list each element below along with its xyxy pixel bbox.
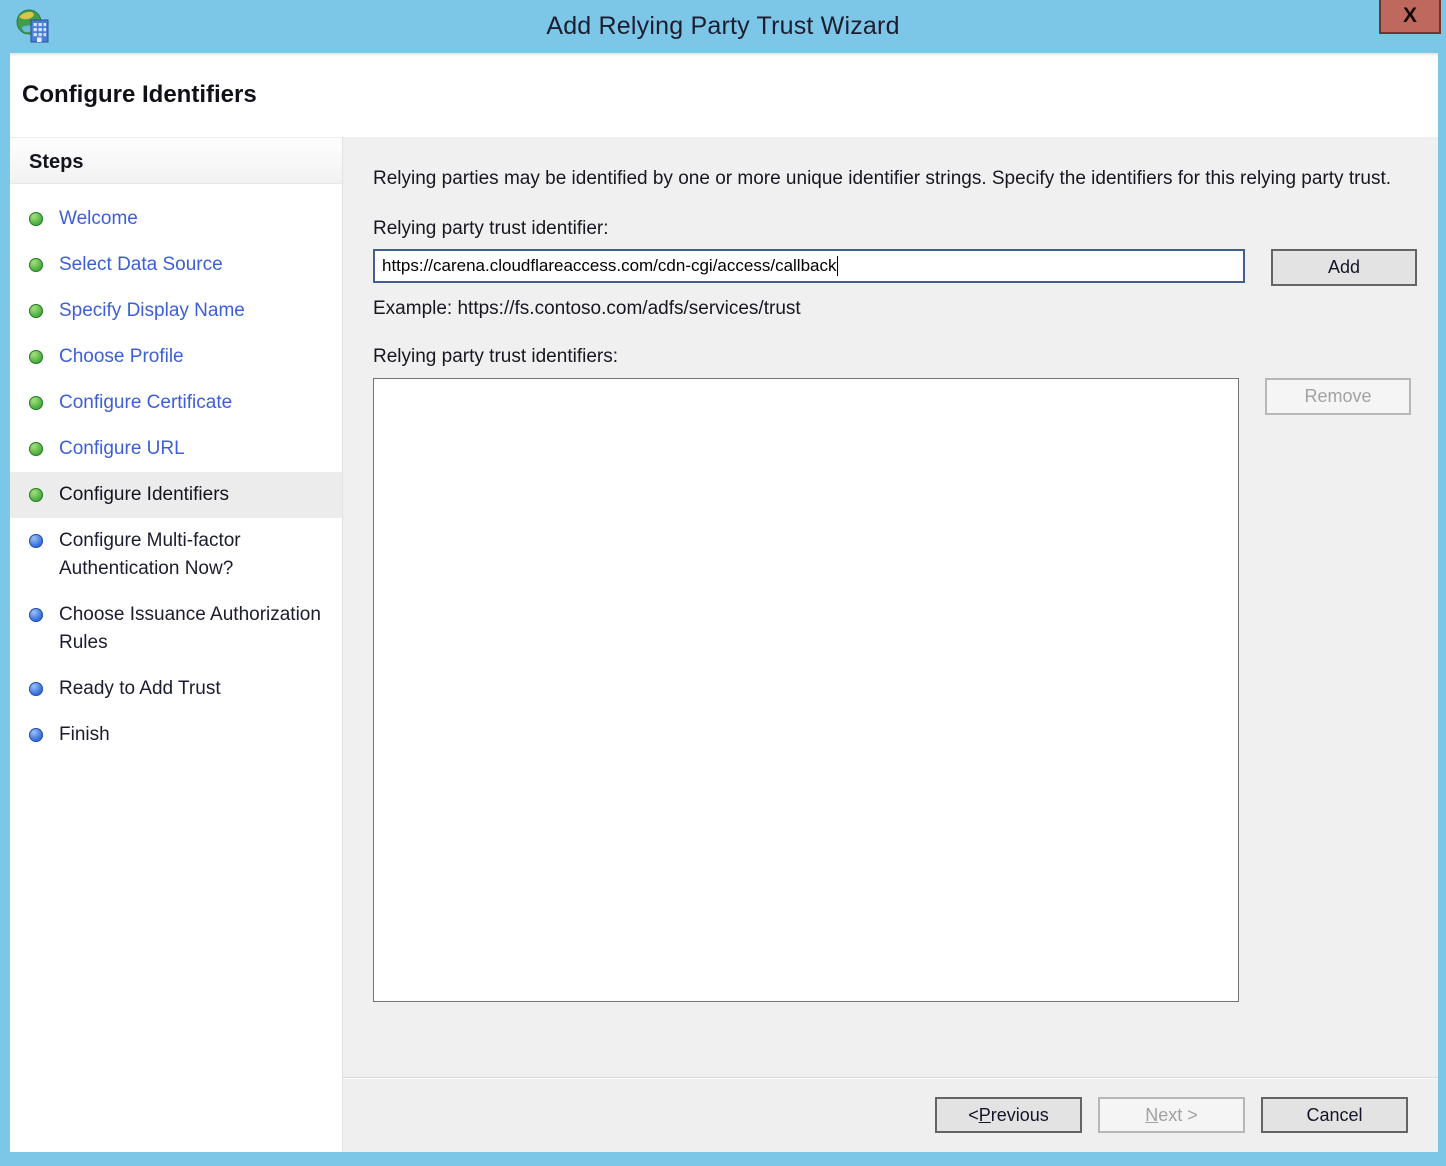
step-pending-icon xyxy=(29,608,43,622)
step-welcome[interactable]: Welcome xyxy=(10,196,342,242)
step-complete-icon xyxy=(29,258,43,272)
step-specify-display-name[interactable]: Specify Display Name xyxy=(10,288,342,334)
step-choose-profile[interactable]: Choose Profile xyxy=(10,334,342,380)
close-icon: X xyxy=(1403,4,1417,28)
step-select-data-source[interactable]: Select Data Source xyxy=(10,242,342,288)
steps-heading: Steps xyxy=(10,138,342,184)
next-button[interactable]: Next > xyxy=(1098,1097,1245,1133)
step-content-pane: Relying parties may be identified by one… xyxy=(342,137,1438,1152)
wizard-dialog: Configure Identifiers Steps Welcome Sele… xyxy=(10,53,1438,1152)
step-configure-url[interactable]: Configure URL xyxy=(10,426,342,472)
steps-list: Welcome Select Data Source Specify Displ… xyxy=(10,184,342,758)
close-button[interactable]: X xyxy=(1379,0,1441,34)
identifier-input-value: https://carena.cloudflareaccess.com/cdn-… xyxy=(382,256,836,276)
step-complete-icon xyxy=(29,488,43,502)
page-title: Configure Identifiers xyxy=(10,81,257,109)
add-button[interactable]: Add xyxy=(1271,249,1417,286)
step-finish[interactable]: Finish xyxy=(10,712,342,758)
step-pending-icon xyxy=(29,728,43,742)
step-pending-icon xyxy=(29,534,43,548)
step-configure-certificate[interactable]: Configure Certificate xyxy=(10,380,342,426)
identifier-input-label: Relying party trust identifier: xyxy=(373,218,1438,240)
step-complete-icon xyxy=(29,304,43,318)
title-bar[interactable]: Add Relying Party Trust Wizard X xyxy=(0,0,1446,53)
identifiers-listbox[interactable] xyxy=(373,378,1239,1002)
steps-sidebar: Steps Welcome Select Data Source Specify… xyxy=(10,137,342,1152)
step-ready-to-add-trust[interactable]: Ready to Add Trust xyxy=(10,666,342,712)
cancel-button[interactable]: Cancel xyxy=(1261,1097,1408,1133)
step-pending-icon xyxy=(29,682,43,696)
step-complete-icon xyxy=(29,212,43,226)
identifier-input[interactable]: https://carena.cloudflareaccess.com/cdn-… xyxy=(373,249,1245,283)
wizard-step-header: Configure Identifiers xyxy=(10,53,1438,137)
window-title: Add Relying Party Trust Wizard xyxy=(0,0,1446,53)
identifiers-list-label: Relying party trust identifiers: xyxy=(373,346,1438,368)
text-caret xyxy=(837,256,838,276)
step-configure-mfa[interactable]: Configure Multi-factor Authentication No… xyxy=(10,518,342,592)
intro-text: Relying parties may be identified by one… xyxy=(373,165,1395,192)
wizard-footer: < Previous Next > Cancel xyxy=(343,1077,1438,1152)
step-complete-icon xyxy=(29,396,43,410)
previous-button[interactable]: < Previous xyxy=(935,1097,1082,1133)
step-choose-issuance-rules[interactable]: Choose Issuance Authorization Rules xyxy=(10,592,342,666)
wizard-window: Add Relying Party Trust Wizard X Configu… xyxy=(0,0,1446,1166)
example-text: Example: https://fs.contoso.com/adfs/ser… xyxy=(373,298,1438,320)
step-complete-icon xyxy=(29,442,43,456)
step-configure-identifiers[interactable]: Configure Identifiers xyxy=(10,472,342,518)
step-complete-icon xyxy=(29,350,43,364)
remove-button[interactable]: Remove xyxy=(1265,378,1411,415)
